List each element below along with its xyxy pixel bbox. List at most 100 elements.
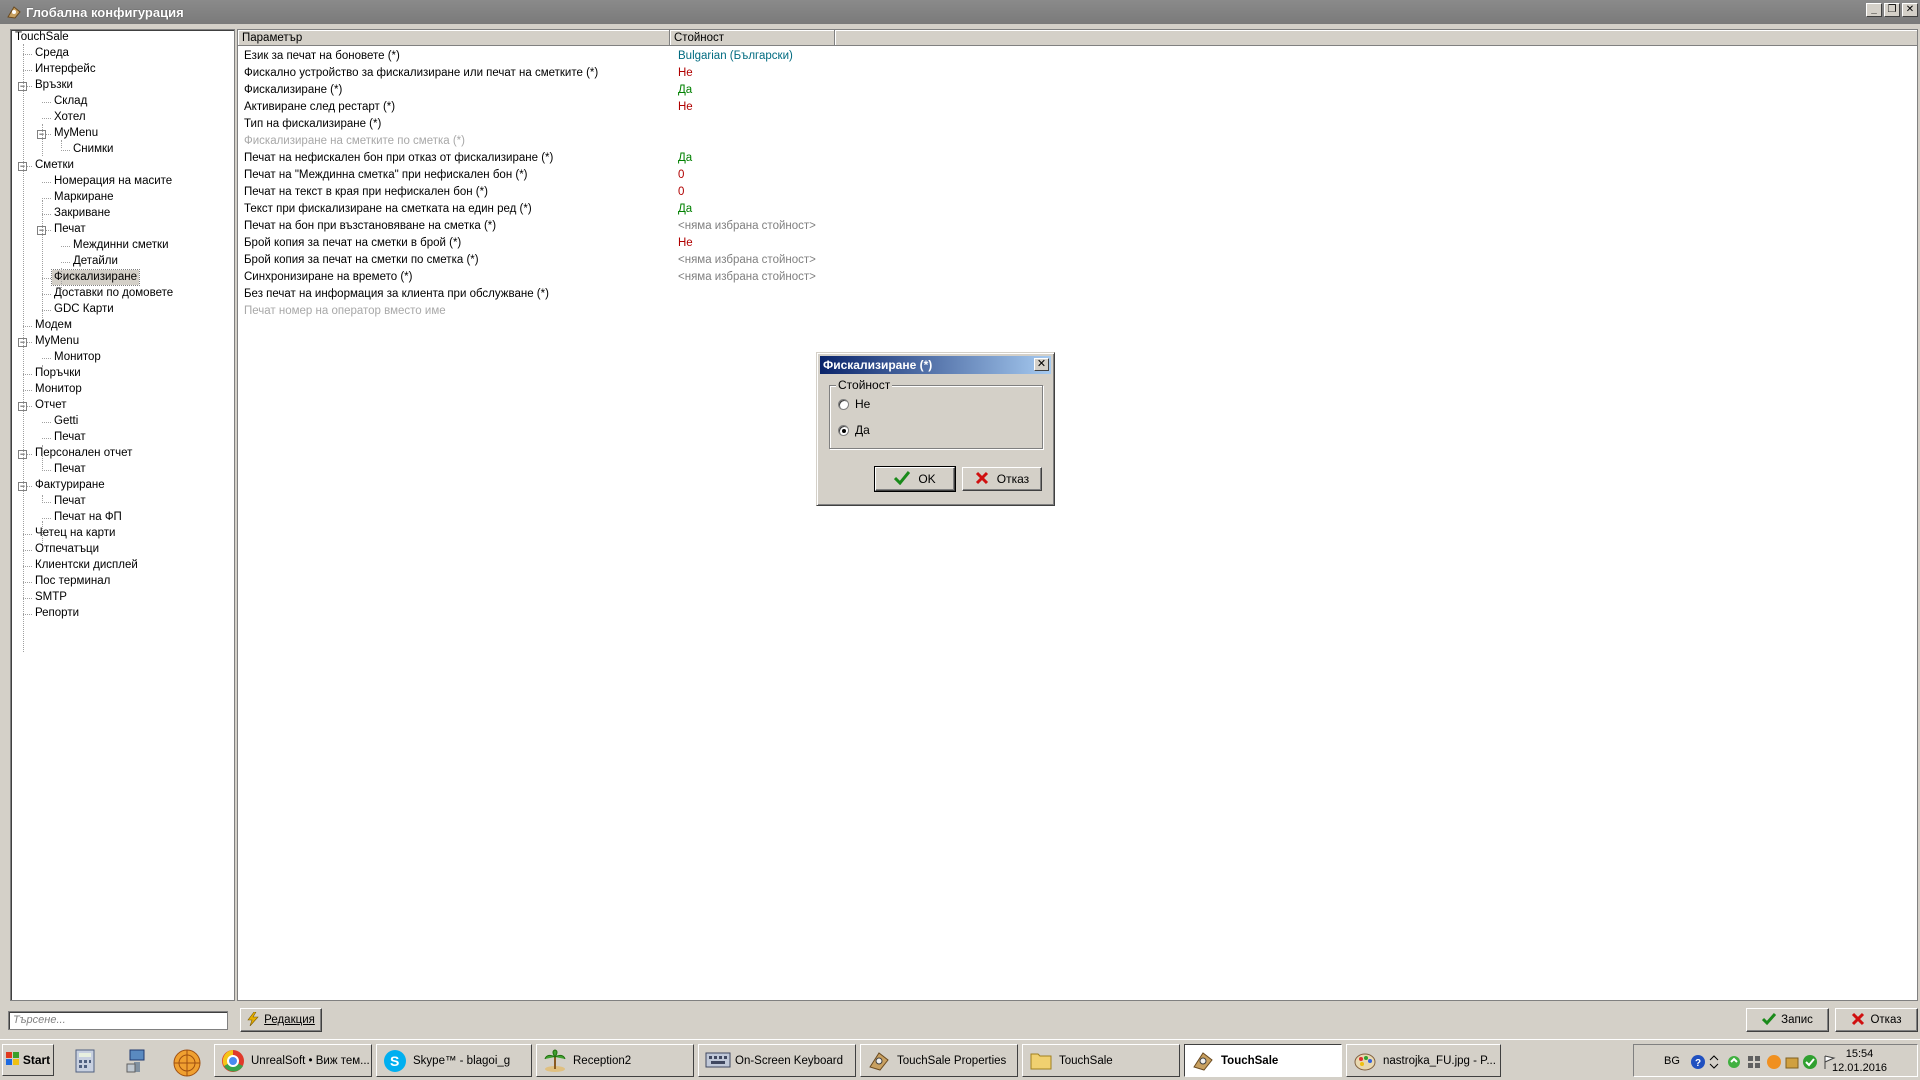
grid-row[interactable]: Фискално устройство за фискализиране или… xyxy=(238,65,1138,82)
start-button[interactable]: Start xyxy=(2,1044,54,1076)
grid-row[interactable]: Текст при фискализиране на сметката на е… xyxy=(238,201,1138,218)
tree-item[interactable]: GDC Карти xyxy=(52,302,116,317)
param-value[interactable]: Да xyxy=(678,150,692,167)
grid-row[interactable]: Брой копия за печат на сметки в брой (*)… xyxy=(238,235,1138,252)
edit-button[interactable]: Редакция xyxy=(240,1008,322,1032)
grid-row[interactable]: Печат на бон при възстановяване на сметк… xyxy=(238,218,1138,235)
tree-item[interactable]: Печат xyxy=(52,222,88,237)
taskbar-button[interactable]: nastrojka_FU.jpg - P... xyxy=(1346,1044,1501,1077)
param-value[interactable]: Не xyxy=(678,235,693,252)
language-indicator[interactable]: BG xyxy=(1664,1055,1680,1067)
package-icon[interactable] xyxy=(1784,1054,1800,1070)
tree-item[interactable]: Поръчки xyxy=(33,366,83,381)
radio-no[interactable] xyxy=(838,398,849,410)
column-header-value[interactable]: Стойност xyxy=(670,30,835,46)
taskbar-button[interactable]: On-Screen Keyboard xyxy=(698,1044,856,1077)
radio-yes[interactable] xyxy=(838,424,849,436)
windows-flag-icon[interactable] xyxy=(1746,1054,1762,1070)
tree-item[interactable]: Сметки xyxy=(33,158,76,173)
tree-item[interactable]: MyMenu xyxy=(33,334,81,349)
tree-item[interactable]: Печат на ФП xyxy=(52,510,124,525)
tree-item[interactable]: Getti xyxy=(52,414,80,429)
taskbar-button[interactable]: UnrealSoft • Виж тем... xyxy=(214,1044,372,1077)
grid-row[interactable]: Печат номер на оператор вместо име xyxy=(238,303,1138,320)
param-value[interactable]: Не xyxy=(678,99,693,116)
tree-item[interactable]: Отчет xyxy=(33,398,69,413)
param-value[interactable]: Да xyxy=(678,82,692,99)
taskbar-button[interactable]: TouchSale xyxy=(1184,1044,1342,1077)
tray-expand-icon[interactable] xyxy=(1708,1054,1724,1070)
tree-item[interactable]: Печат xyxy=(52,462,88,477)
grid-row[interactable]: Брой копия за печат на сметки по сметка … xyxy=(238,252,1138,269)
dialog-close-button[interactable]: ✕ xyxy=(1034,358,1049,371)
grid-row[interactable]: Активиране след рестарт (*) Не xyxy=(238,99,1138,116)
tree-item[interactable]: Склад xyxy=(52,94,89,109)
column-header-parameter[interactable]: Параметър xyxy=(238,30,670,46)
grid-row[interactable]: Печат на нефискален бон при отказ от фис… xyxy=(238,150,1138,167)
grid-row[interactable]: Тип на фискализиране (*) xyxy=(238,116,1138,133)
radio-option-yes[interactable]: Да xyxy=(838,423,870,437)
tree-item[interactable]: Монитор xyxy=(52,350,103,365)
ok-button[interactable]: OK xyxy=(874,466,956,492)
tree-item[interactable]: Хотел xyxy=(52,110,88,125)
grid-row[interactable]: Фискализиране на сметките по сметка (*) xyxy=(238,133,1138,150)
close-button[interactable]: ✕ xyxy=(1902,3,1918,17)
grid-row[interactable]: Печат на текст в края при нефискален бон… xyxy=(238,184,1138,201)
param-value[interactable]: Да xyxy=(678,201,692,218)
tree-item[interactable]: Връзки xyxy=(33,78,75,93)
calculator-icon[interactable] xyxy=(72,1048,98,1074)
settings-tree[interactable]: TouchSale Среда Интерфейс Връзки − Склад Хотел… xyxy=(10,29,235,1001)
taskbar-button[interactable]: TouchSale Properties xyxy=(860,1044,1018,1077)
param-value[interactable]: 0 xyxy=(678,167,684,184)
taskbar-button[interactable]: TouchSale xyxy=(1022,1044,1180,1077)
radio-option-no[interactable]: Не xyxy=(838,397,870,411)
taskbar-button[interactable]: Reception2 xyxy=(536,1044,694,1077)
tree-item[interactable]: Доставки по домовете xyxy=(52,286,175,301)
tree-item[interactable]: Междинни сметки xyxy=(71,238,171,253)
radar-icon[interactable] xyxy=(172,1048,201,1077)
tree-item[interactable]: Маркиране xyxy=(52,190,116,205)
tree-item[interactable]: Интерфейс xyxy=(33,62,98,77)
help-icon[interactable]: ? xyxy=(1690,1054,1706,1070)
param-value[interactable]: Не xyxy=(678,65,693,82)
minimize-button[interactable]: _ xyxy=(1866,3,1882,17)
grid-row[interactable]: Език за печат на боновете (*) Bulgarian (… xyxy=(238,48,1138,65)
param-value[interactable]: <няма избрана стойност> xyxy=(678,269,816,286)
tree-item[interactable]: Фискализиране xyxy=(51,269,140,286)
param-value[interactable]: <няма избрана стойност> xyxy=(678,252,816,269)
settings-grid[interactable]: Параметър Стойност Език за печат на боно… xyxy=(237,29,1918,1001)
clock[interactable]: 15:54 12.01.2016 xyxy=(1832,1047,1887,1075)
grid-row[interactable]: Фискализиране (*) Да xyxy=(238,82,1138,99)
grid-row[interactable]: Печат на "Междинна сметка" при нефискале… xyxy=(238,167,1138,184)
green-check-icon[interactable] xyxy=(1802,1054,1818,1070)
tree-item[interactable]: Номерация на масите xyxy=(52,174,174,189)
tree-item[interactable]: Печат xyxy=(52,494,88,509)
tree-item[interactable]: MyMenu xyxy=(52,126,100,141)
tree-item[interactable]: TouchSale xyxy=(13,30,71,45)
tree-item[interactable]: Фактуриране xyxy=(33,478,107,493)
search-input[interactable]: Търсене... xyxy=(8,1011,228,1030)
param-value[interactable]: Bulgarian (Български) xyxy=(678,48,793,65)
tree-item[interactable]: SMTP xyxy=(33,590,69,605)
tree-item[interactable]: Пос терминал xyxy=(33,574,112,589)
tree-item[interactable]: Печат xyxy=(52,430,88,445)
taskbar-button[interactable]: S Skype™ - blagoi_g xyxy=(376,1044,532,1077)
network-icon[interactable] xyxy=(124,1048,150,1074)
tree-item[interactable]: Четец на карти xyxy=(33,526,117,541)
tree-item[interactable]: Детайли xyxy=(71,254,120,269)
restore-button[interactable]: ❐ xyxy=(1884,3,1900,17)
tree-item[interactable]: Среда xyxy=(33,46,71,61)
tree-item[interactable]: Клиентски дисплей xyxy=(33,558,140,573)
cancel-button[interactable]: Отказ xyxy=(1835,1008,1918,1032)
tree-item[interactable]: Модем xyxy=(33,318,74,333)
param-value[interactable]: 0 xyxy=(678,184,684,201)
tree-item[interactable]: Закриване xyxy=(52,206,112,221)
tree-item[interactable]: Отпечатъци xyxy=(33,542,101,557)
orange-app-icon[interactable] xyxy=(1766,1054,1782,1070)
tree-item[interactable]: Снимки xyxy=(71,142,115,157)
sync-icon[interactable] xyxy=(1726,1054,1742,1070)
tree-item[interactable]: Репорти xyxy=(33,606,81,621)
tree-item[interactable]: Монитор xyxy=(33,382,84,397)
grid-row[interactable]: Без печат на информация за клиента при о… xyxy=(238,286,1138,303)
grid-row[interactable]: Синхронизиране на времето (*) <няма избра… xyxy=(238,269,1138,286)
